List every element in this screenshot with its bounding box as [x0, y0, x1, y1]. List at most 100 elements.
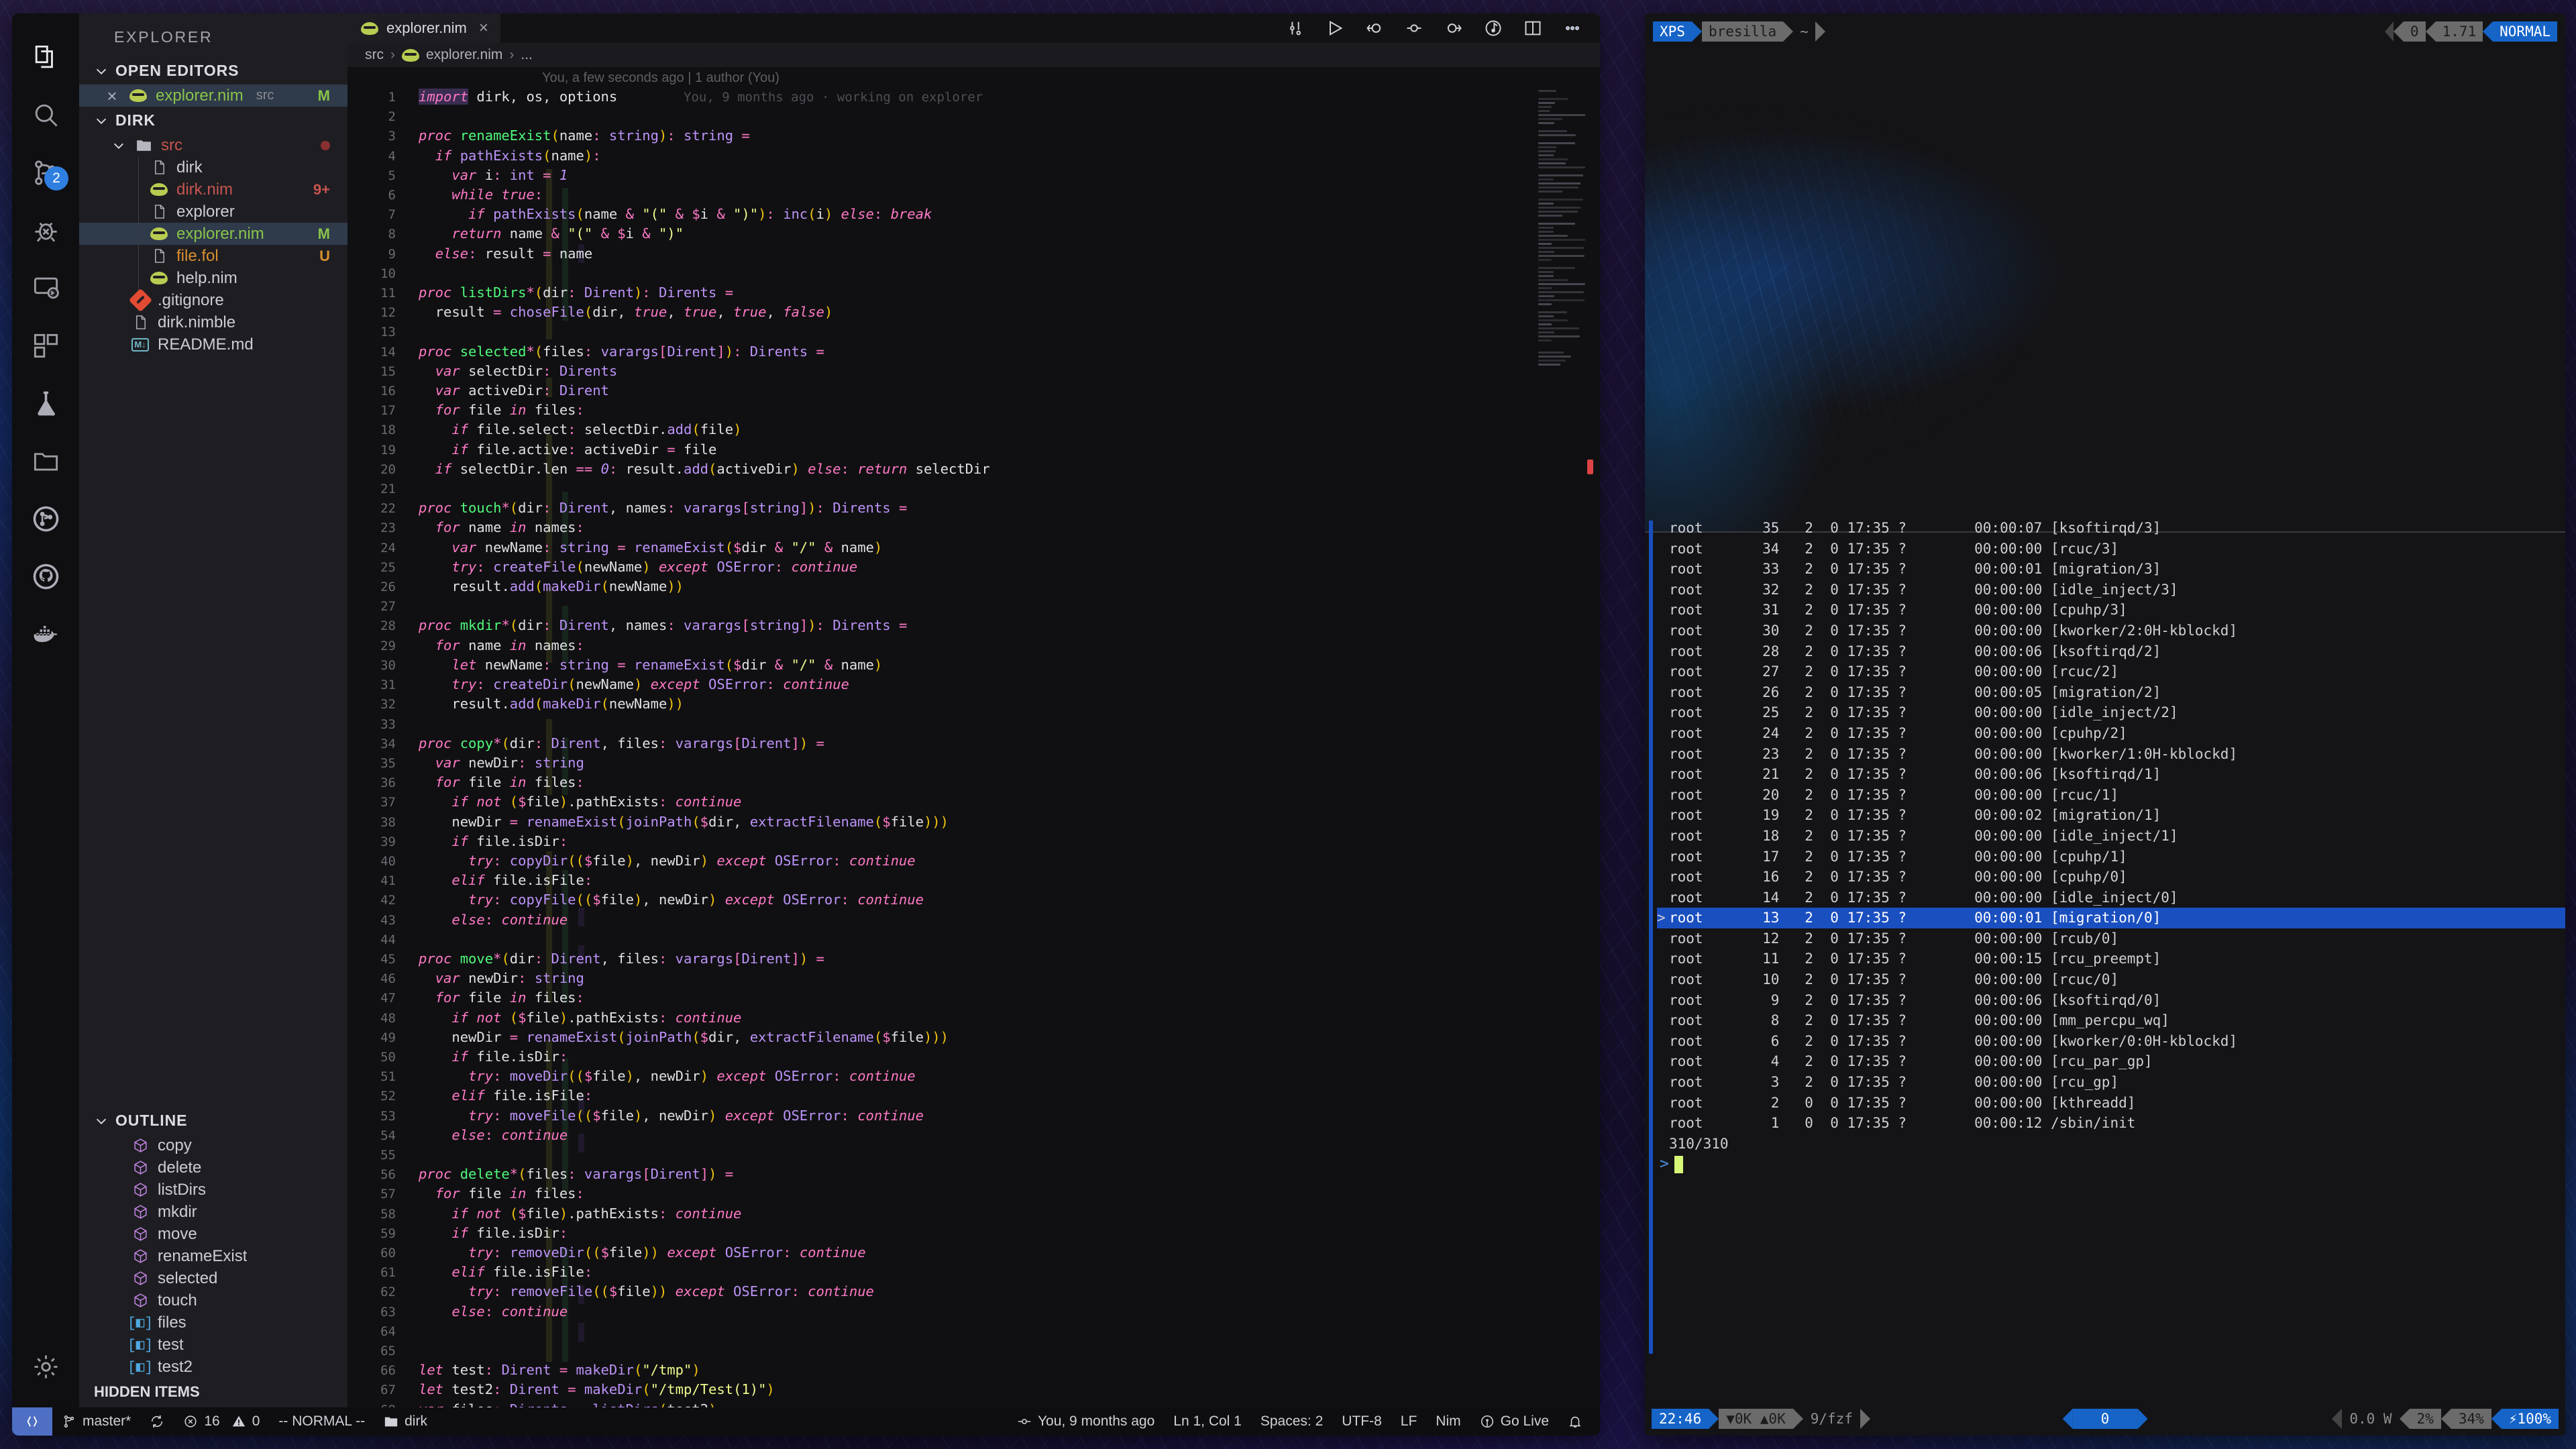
- outline-item-touch[interactable]: touch: [79, 1289, 347, 1311]
- process-row[interactable]: root 16 2 0 17:35 ? 00:00:00 [cpuhp/0]: [1657, 867, 2565, 888]
- process-row[interactable]: root 31 2 0 17:35 ? 00:00:00 [cpuhp/3]: [1657, 600, 2565, 621]
- split-editor-icon[interactable]: [1523, 18, 1543, 38]
- process-row[interactable]: root 14 2 0 17:35 ? 00:00:00 [idle_injec…: [1657, 888, 2565, 908]
- process-row[interactable]: root 32 2 0 17:35 ? 00:00:00 [idle_injec…: [1657, 580, 2565, 600]
- code-editor[interactable]: You, a few seconds ago | 1 author (You): [347, 67, 1600, 1407]
- activity-testing-beaker-icon[interactable]: [12, 374, 79, 432]
- status-folder[interactable]: dirk: [374, 1413, 437, 1430]
- outline-item-test2[interactable]: [◧]test2: [79, 1356, 347, 1378]
- tab-explorer-nim[interactable]: explorer.nim ×: [347, 13, 500, 43]
- breadcrumb-src[interactable]: src: [365, 47, 384, 63]
- tree-item-readme-md[interactable]: M↓ README.md: [79, 333, 347, 356]
- process-row[interactable]: root 1 0 0 17:35 ? 00:00:12 /sbin/init: [1657, 1113, 2565, 1134]
- status-problems[interactable]: 16 0: [174, 1413, 269, 1430]
- fzf-prompt[interactable]: >: [1657, 1154, 2565, 1175]
- terminal-preview-pane[interactable]: [1645, 50, 2565, 533]
- status-git-blame[interactable]: You, 9 months ago: [1008, 1413, 1164, 1430]
- process-row[interactable]: root 30 2 0 17:35 ? 00:00:00 [kworker/2:…: [1657, 621, 2565, 641]
- activity-search-icon[interactable]: [12, 86, 79, 144]
- status-git-branch[interactable]: master*: [52, 1413, 140, 1430]
- process-row[interactable]: root 19 2 0 17:35 ? 00:00:02 [migration/…: [1657, 805, 2565, 826]
- process-row[interactable]: root 13 2 0 17:35 ? 00:00:01 [migration/…: [1657, 908, 2565, 928]
- process-row[interactable]: root 21 2 0 17:35 ? 00:00:06 [ksoftirqd/…: [1657, 764, 2565, 785]
- tree-item-src[interactable]: src: [79, 134, 347, 156]
- more-actions-icon[interactable]: [1562, 18, 1582, 38]
- activity-docker-icon[interactable]: [12, 605, 79, 663]
- process-row[interactable]: root 23 2 0 17:35 ? 00:00:00 [kworker/1:…: [1657, 744, 2565, 765]
- process-row[interactable]: root 33 2 0 17:35 ? 00:00:01 [migration/…: [1657, 559, 2565, 580]
- section-open-editors[interactable]: OPEN EDITORS: [79, 57, 347, 85]
- outline-item-copy[interactable]: copy: [79, 1134, 347, 1157]
- process-row[interactable]: root 12 2 0 17:35 ? 00:00:00 [rcub/0]: [1657, 928, 2565, 949]
- activity-folder-icon[interactable]: [12, 432, 79, 490]
- process-row[interactable]: root 10 2 0 17:35 ? 00:00:00 [rcuc/0]: [1657, 969, 2565, 990]
- process-row[interactable]: root 6 2 0 17:35 ? 00:00:00 [kworker/0:0…: [1657, 1031, 2565, 1052]
- section-outline[interactable]: OUTLINE: [79, 1107, 347, 1134]
- process-row[interactable]: root 4 2 0 17:35 ? 00:00:00 [rcu_par_gp]: [1657, 1051, 2565, 1072]
- activity-github-icon[interactable]: [12, 547, 79, 605]
- activity-source-control-icon[interactable]: 2: [12, 144, 79, 201]
- outline-item-files[interactable]: [◧]files: [79, 1311, 347, 1334]
- outline-item-test[interactable]: [◧]test: [79, 1334, 347, 1356]
- process-row[interactable]: root 9 2 0 17:35 ? 00:00:06 [ksoftirqd/0…: [1657, 990, 2565, 1011]
- minimap[interactable]: [1538, 90, 1585, 241]
- tree-item-gitignore[interactable]: .gitignore: [79, 289, 347, 311]
- tree-item-file-fol[interactable]: file.fol U: [79, 245, 347, 267]
- outline-item-renameExist[interactable]: renameExist: [79, 1245, 347, 1267]
- activity-settings-gear-icon[interactable]: [12, 1338, 79, 1395]
- section-workspace-dirk[interactable]: DIRK: [79, 107, 347, 134]
- tab-close-icon[interactable]: ×: [479, 19, 488, 38]
- tree-item-dirk[interactable]: dirk: [79, 156, 347, 178]
- terminal-window[interactable]: XPS bresilla ~ 0 1.71 NORMAL root 35 2 0…: [1645, 13, 2565, 1436]
- breadcrumb-symbol[interactable]: ...: [521, 47, 533, 63]
- process-row[interactable]: root 17 2 0 17:35 ? 00:00:00 [cpuhp/1]: [1657, 847, 2565, 867]
- outline-item-delete[interactable]: delete: [79, 1157, 347, 1179]
- tree-item-help-nim[interactable]: help.nim: [79, 267, 347, 289]
- process-row[interactable]: root 20 2 0 17:35 ? 00:00:00 [rcuc/1]: [1657, 785, 2565, 806]
- process-row[interactable]: root 27 2 0 17:35 ? 00:00:00 [rcuc/2]: [1657, 661, 2565, 682]
- outline-item-selected[interactable]: selected: [79, 1267, 347, 1289]
- close-icon[interactable]: ×: [103, 87, 121, 105]
- process-row[interactable]: root 2 0 0 17:35 ? 00:00:00 [kthreadd]: [1657, 1093, 2565, 1114]
- process-row[interactable]: root 11 2 0 17:35 ? 00:00:15 [rcu_preemp…: [1657, 949, 2565, 969]
- tree-item-explorer-nim[interactable]: explorer.nim M: [79, 223, 347, 245]
- status-eol[interactable]: LF: [1391, 1413, 1427, 1430]
- status-encoding[interactable]: UTF-8: [1332, 1413, 1391, 1430]
- process-row[interactable]: root 26 2 0 17:35 ? 00:00:05 [migration/…: [1657, 682, 2565, 703]
- status-notifications[interactable]: [1558, 1414, 1592, 1429]
- hidden-items-label[interactable]: HIDDEN ITEMS: [79, 1378, 347, 1407]
- run-icon[interactable]: [1325, 18, 1345, 38]
- status-indentation[interactable]: Spaces: 2: [1251, 1413, 1332, 1430]
- status-cursor-position[interactable]: Ln 1, Col 1: [1164, 1413, 1251, 1430]
- process-row[interactable]: root 28 2 0 17:35 ? 00:00:06 [ksoftirqd/…: [1657, 641, 2565, 662]
- breadcrumb-file[interactable]: explorer.nim: [426, 47, 502, 63]
- process-row[interactable]: root 24 2 0 17:35 ? 00:00:00 [cpuhp/2]: [1657, 723, 2565, 744]
- process-row[interactable]: root 18 2 0 17:35 ? 00:00:00 [idle_injec…: [1657, 826, 2565, 847]
- tree-item-explorer[interactable]: explorer: [79, 201, 347, 223]
- activity-git-graph-icon[interactable]: [12, 490, 79, 547]
- outline-item-mkdir[interactable]: mkdir: [79, 1201, 347, 1223]
- test-icon[interactable]: [1285, 18, 1305, 38]
- status-sync[interactable]: [140, 1414, 174, 1429]
- process-row[interactable]: root 3 2 0 17:35 ? 00:00:00 [rcu_gp]: [1657, 1072, 2565, 1093]
- step-into-icon[interactable]: [1444, 18, 1464, 38]
- debug-alt-icon[interactable]: [1483, 18, 1503, 38]
- process-row[interactable]: root 25 2 0 17:35 ? 00:00:00 [idle_injec…: [1657, 702, 2565, 723]
- outline-item-listDirs[interactable]: listDirs: [79, 1179, 347, 1201]
- step-back-icon[interactable]: [1364, 18, 1385, 38]
- outline-item-move[interactable]: move: [79, 1223, 347, 1245]
- process-list[interactable]: root 35 2 0 17:35 ? 00:00:07 [ksoftirqd/…: [1645, 518, 2565, 1397]
- activity-debug-icon[interactable]: [12, 201, 79, 259]
- step-over-icon[interactable]: [1404, 18, 1424, 38]
- activity-remote-explorer-icon[interactable]: [12, 259, 79, 317]
- status-language-mode[interactable]: Nim: [1426, 1413, 1470, 1430]
- status-go-live[interactable]: Go Live: [1470, 1413, 1558, 1430]
- code-text[interactable]: 1import dirk, os, options You, 9 months …: [347, 87, 1600, 1407]
- process-row[interactable]: root 35 2 0 17:35 ? 00:00:07 [ksoftirqd/…: [1657, 518, 2565, 539]
- tmux-window-name[interactable]: 9/fzf: [1803, 1409, 1860, 1429]
- process-row[interactable]: root 34 2 0 17:35 ? 00:00:00 [rcuc/3]: [1657, 539, 2565, 559]
- tree-item-dirk-nimble[interactable]: dirk.nimble: [79, 311, 347, 333]
- activity-explorer-icon[interactable]: [12, 28, 79, 86]
- tree-item-dirk-nim[interactable]: dirk.nim 9+: [79, 178, 347, 201]
- activity-extensions-icon[interactable]: [12, 317, 79, 374]
